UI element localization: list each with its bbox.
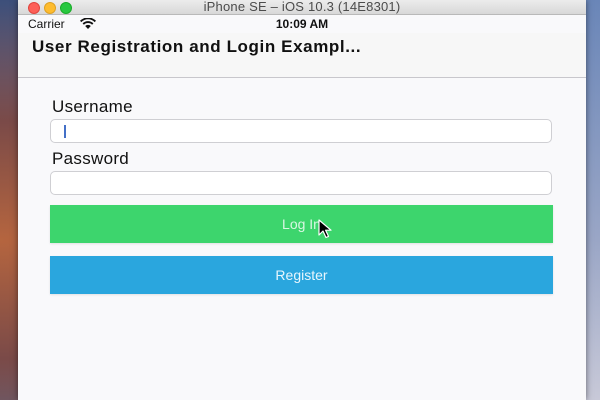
navigation-bar: User Registration and Login Exampl... xyxy=(18,33,586,78)
username-field[interactable] xyxy=(50,119,552,143)
status-bar: Carrier 10:09 AM xyxy=(18,15,586,33)
register-button[interactable]: Register xyxy=(50,256,553,294)
login-button[interactable]: Log In xyxy=(50,205,553,243)
ios-screen: Carrier 10:09 AM User Registration and L… xyxy=(18,15,586,400)
status-time: 10:09 AM xyxy=(275,17,329,31)
mouse-pointer-icon xyxy=(318,219,332,239)
text-caret xyxy=(64,125,66,138)
page-title: User Registration and Login Exampl... xyxy=(32,37,362,56)
simulator-window: iPhone SE – iOS 10.3 (14E8301) Carrier 1… xyxy=(18,0,586,400)
username-label: Username xyxy=(52,97,133,116)
password-label: Password xyxy=(52,149,130,168)
simulator-titlebar: iPhone SE – iOS 10.3 (14E8301) xyxy=(18,0,586,15)
password-field[interactable] xyxy=(50,171,552,195)
simulator-title: iPhone SE – iOS 10.3 (14E8301) xyxy=(203,0,401,14)
